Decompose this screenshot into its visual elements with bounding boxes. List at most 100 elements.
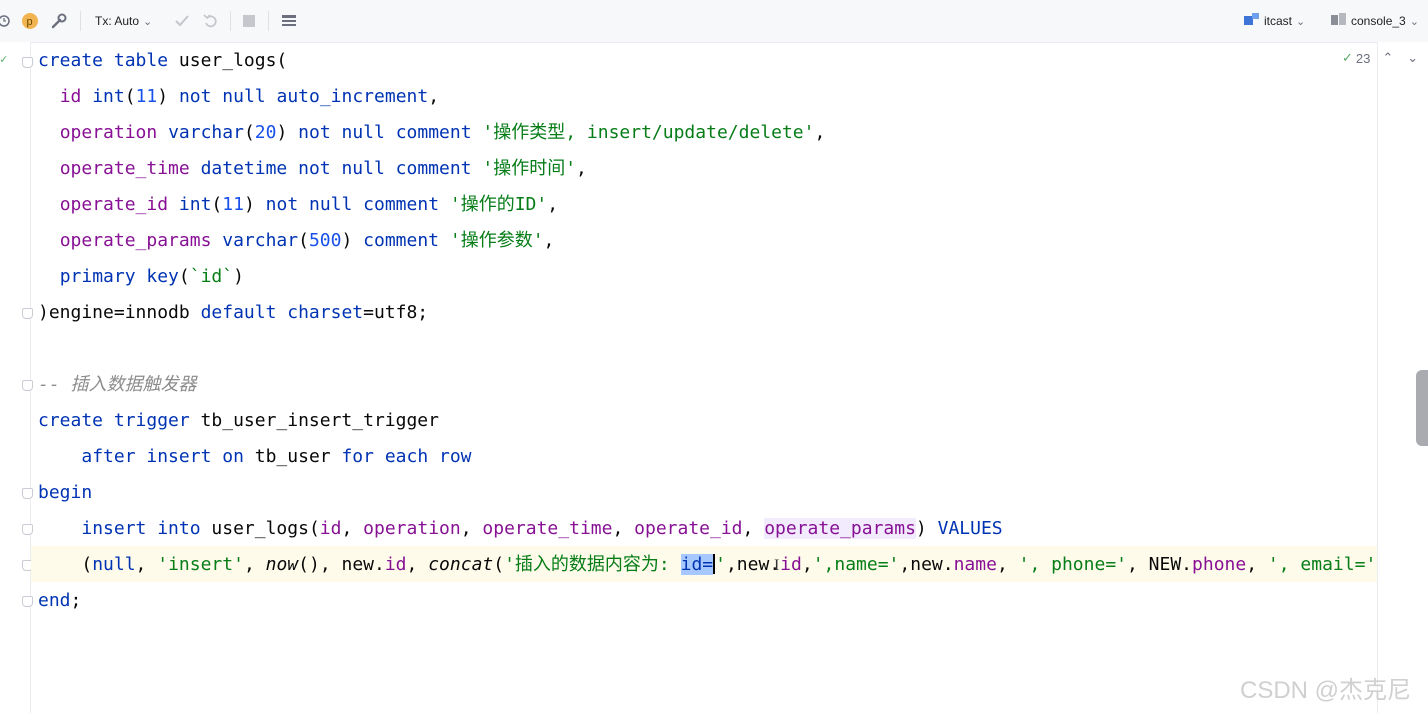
code-token-plain: ( xyxy=(298,230,309,251)
code-token-plain: , xyxy=(135,554,158,575)
code-token-plain: , xyxy=(612,518,635,539)
history-icon[interactable] xyxy=(0,0,12,42)
code-token-col: phone xyxy=(1192,554,1247,575)
tx-mode-label: Tx: Auto xyxy=(95,14,140,28)
code-token-str: 'insert' xyxy=(157,554,244,575)
code-token-plain: , xyxy=(576,158,587,179)
code-line: operate_time datetime not null comment '… xyxy=(38,151,587,187)
inspection-widget[interactable]: ✓ 23 ⌃ ⌄ xyxy=(1342,48,1418,68)
code-token-plain: ) xyxy=(341,230,364,251)
code-line: insert into user_logs(id, operation, ope… xyxy=(38,511,1003,547)
code-token-plain: =utf8; xyxy=(363,302,429,323)
code-token-fn: concat xyxy=(428,554,494,575)
code-token-kw: datetime not null comment xyxy=(200,158,472,179)
code-token-num: 500 xyxy=(308,230,342,251)
code-token-col: operation xyxy=(59,122,158,143)
code-token-plain: ) xyxy=(243,194,266,215)
console-icon xyxy=(1331,12,1347,31)
code-token-fn: now xyxy=(265,554,299,575)
code-token-str: '操作类型, insert/update/delete' xyxy=(482,122,815,143)
code-token-plain: (), new. xyxy=(298,554,385,575)
chevron-down-icon: ⌄ xyxy=(143,15,153,28)
commit-check-icon[interactable] xyxy=(173,0,191,42)
code-token-col: operate_id xyxy=(634,518,743,539)
code-token-plain: ( xyxy=(178,266,190,287)
profile-p-icon[interactable]: p xyxy=(21,0,39,42)
grid-table-icon[interactable] xyxy=(281,0,297,42)
datasource-icon xyxy=(1244,12,1260,31)
code-token-plain: ,new. xyxy=(899,554,954,575)
toolbar-separator xyxy=(230,11,231,31)
code-token-plain: , xyxy=(547,194,559,215)
code-token-kw: int xyxy=(92,86,125,107)
code-token-plain: , xyxy=(1246,554,1268,575)
chevron-up-icon[interactable]: ⌃ xyxy=(1382,50,1393,66)
code-token-str: ' xyxy=(715,554,726,575)
code-token-kw: begin xyxy=(38,482,93,503)
chevron-down-icon: ⌄ xyxy=(1409,15,1419,28)
code-token-plain: , xyxy=(742,518,765,539)
editor-scrollbar-thumb[interactable] xyxy=(1416,370,1428,446)
code-token-col: operate_params xyxy=(59,230,212,251)
code-line: id int(11) not null auto_increment, xyxy=(38,79,439,115)
sql-editor[interactable]: create table user_logs( id int(11) not n… xyxy=(31,42,1377,713)
code-token-kw: VALUES xyxy=(937,518,1003,539)
svg-text:p: p xyxy=(27,16,33,28)
code-token-plain: , xyxy=(406,554,429,575)
code-token-kw: after insert on xyxy=(81,446,244,467)
chevron-down-icon: ⌄ xyxy=(1296,15,1306,28)
code-token-plain: ,new. xyxy=(725,554,781,575)
console-label: console_3 xyxy=(1351,14,1406,28)
datasource-dropdown[interactable]: itcast ⌄ xyxy=(1244,0,1305,42)
code-token-col: id xyxy=(780,554,802,575)
stop-icon[interactable] xyxy=(242,0,256,42)
code-token-plain: , NEW. xyxy=(1127,554,1193,575)
code-token-str: ',name=' xyxy=(812,554,900,575)
code-token-plain: , xyxy=(801,554,813,575)
watermark-text: CSDN @杰克尼 xyxy=(1240,677,1412,704)
change-marker-icon: ✓ xyxy=(0,52,8,66)
code-line: operate_id int(11) not null comment '操作的… xyxy=(38,187,558,223)
chevron-down-icon[interactable]: ⌄ xyxy=(1407,50,1418,66)
code-token-kw: comment xyxy=(363,230,440,251)
code-token-plain: ( xyxy=(211,194,223,215)
code-token-plain: , xyxy=(996,554,1019,575)
console-dropdown[interactable]: console_3 ⌄ xyxy=(1331,0,1419,42)
code-token-cmt: -- 插入数据触发器 xyxy=(38,374,197,395)
code-token-kw: create xyxy=(38,50,104,71)
wrench-icon[interactable] xyxy=(50,0,68,42)
code-line: end; xyxy=(38,583,81,619)
code-token-kw: insert into xyxy=(81,518,201,539)
code-line: operation varchar(20) not null comment '… xyxy=(38,115,826,151)
rollback-icon[interactable] xyxy=(202,0,220,42)
code-token-plain: user_logs( xyxy=(168,50,288,71)
code-token-plain: ( xyxy=(243,122,255,143)
code-token-col: operation xyxy=(363,518,461,539)
code-token-plain: ( xyxy=(38,554,93,575)
code-token-str: '操作时间' xyxy=(482,158,577,179)
code-token-col: id xyxy=(59,86,82,107)
code-line: create trigger tb_user_insert_trigger xyxy=(38,403,439,439)
code-token-plain: ) xyxy=(233,266,244,287)
toolbar-separator xyxy=(268,11,269,31)
code-token-plain: ) xyxy=(157,86,179,107)
code-token-kw: null xyxy=(92,554,136,575)
code-token-str: '操作的ID' xyxy=(449,194,548,215)
code-token-kw: varchar xyxy=(168,122,244,143)
tx-mode-dropdown[interactable]: Tx: Auto ⌄ xyxy=(95,0,152,42)
code-token-str: ', email=' xyxy=(1267,554,1377,575)
inspection-check-icon: ✓ xyxy=(1342,50,1353,65)
editor-gutter xyxy=(0,42,33,713)
code-token-num: 11 xyxy=(135,86,158,107)
